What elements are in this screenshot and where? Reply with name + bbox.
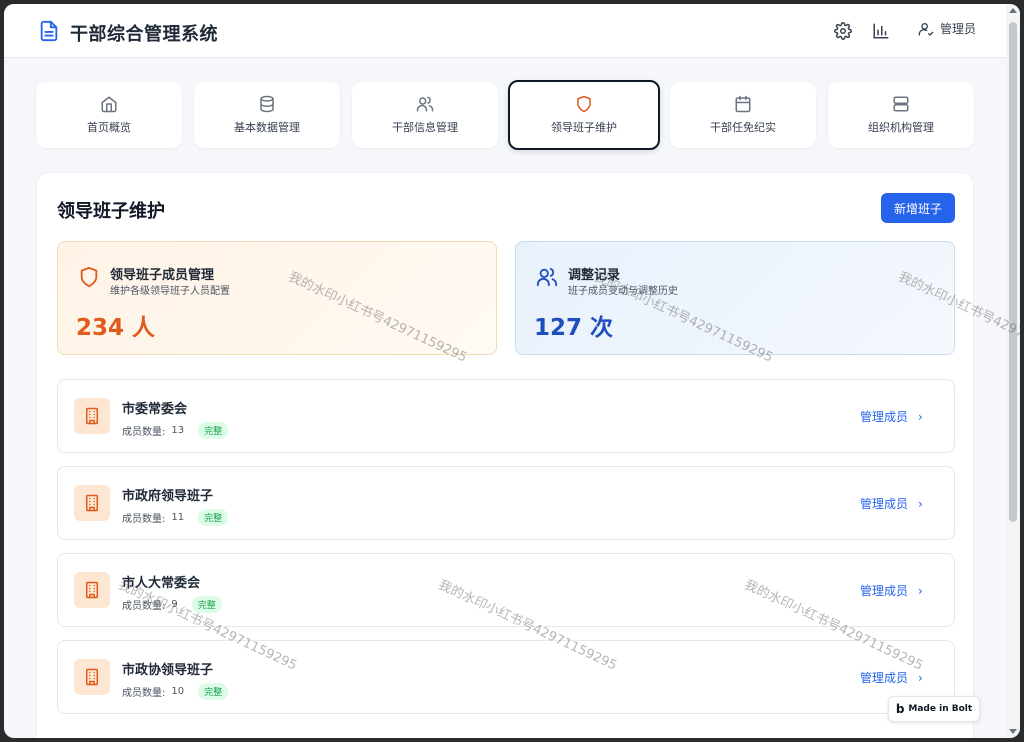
nav-leadership[interactable]: 领导班子维护	[508, 80, 660, 150]
building-icon	[74, 659, 110, 695]
home-icon	[101, 96, 117, 113]
app-title: 干部综合管理系统	[70, 24, 218, 45]
list-item: 市政府领导班子 成员数量: 11 完整 管理成员 ›	[57, 466, 955, 540]
stat-card-members[interactable]: 领导班子成员管理 维护各级领导班子人员配置 234 人	[57, 241, 497, 355]
org-name: 市政协领导班子	[122, 663, 214, 678]
manage-label: 管理成员	[860, 584, 909, 598]
stat-desc: 班子成员变动与调整历史	[568, 286, 678, 297]
manage-members-link[interactable]: 管理成员 ›	[860, 669, 923, 686]
document-icon	[40, 20, 58, 42]
stat-card-adjustments[interactable]: 调整记录 班子成员变动与调整历史 127 次	[515, 241, 955, 355]
page-title: 领导班子维护	[57, 201, 165, 222]
manage-label: 管理成员	[860, 497, 909, 511]
manage-members-link[interactable]: 管理成员 ›	[860, 495, 923, 512]
scroll-up-icon[interactable]	[1009, 8, 1017, 13]
nav-home[interactable]: 首页概览	[36, 82, 182, 148]
stat-value: 234 人	[76, 315, 156, 341]
status-badge: 完整	[198, 683, 229, 700]
top-header: 干部综合管理系统 管理员	[4, 4, 1006, 58]
add-team-button[interactable]: 新增班子	[881, 193, 955, 223]
count-label: 成员数量:	[122, 688, 166, 699]
status-badge: 完整	[198, 422, 229, 439]
org-name: 市委常委会	[122, 402, 188, 417]
org-name: 市政府领导班子	[122, 489, 214, 504]
nav-label: 干部任免纪实	[710, 121, 776, 134]
server-icon	[893, 96, 909, 112]
manage-label: 管理成员	[860, 671, 909, 685]
chevron-right-icon: ›	[918, 583, 923, 598]
list-item: 市政协领导班子 成员数量: 10 完整 管理成员 ›	[57, 640, 955, 714]
nav-basic-data[interactable]: 基本数据管理	[194, 82, 340, 148]
made-in-bolt-badge[interactable]: b Made in Bolt	[888, 696, 980, 722]
list-item: 市委常委会 成员数量: 13 完整 管理成员 ›	[57, 379, 955, 453]
member-count: 13	[171, 425, 185, 436]
building-icon	[74, 572, 110, 608]
nav-label: 组织机构管理	[868, 121, 934, 134]
users-icon	[416, 96, 434, 112]
org-meta: 成员数量: 13 完整	[122, 422, 229, 439]
nav-label: 首页概览	[87, 121, 131, 134]
admin-menu[interactable]: 管理员	[918, 20, 976, 37]
module-nav: 首页概览 基本数据管理 干部信息管理 领导班子维护 干部任免纪实 组织机构管理	[36, 80, 974, 150]
nav-label: 基本数据管理	[234, 121, 300, 134]
stat-title: 调整记录	[568, 268, 621, 283]
chevron-right-icon: ›	[918, 670, 923, 685]
vertical-scrollbar[interactable]	[1006, 4, 1020, 738]
nav-label: 干部信息管理	[392, 121, 458, 134]
building-icon	[74, 485, 110, 521]
scroll-thumb[interactable]	[1009, 22, 1017, 522]
user-icon	[918, 22, 934, 36]
count-label: 成员数量:	[122, 427, 166, 438]
shield-icon	[577, 95, 591, 113]
manage-members-link[interactable]: 管理成员 ›	[860, 408, 923, 425]
stat-title: 领导班子成员管理	[110, 268, 215, 283]
settings-icon[interactable]	[834, 22, 852, 40]
member-count: 10	[171, 686, 185, 697]
org-meta: 成员数量: 9 完整	[122, 596, 222, 613]
chevron-right-icon: ›	[918, 409, 923, 424]
org-meta: 成员数量: 10 完整	[122, 683, 229, 700]
chevron-right-icon: ›	[918, 496, 923, 511]
manage-label: 管理成员	[860, 410, 909, 424]
stat-desc: 维护各级领导班子人员配置	[110, 286, 230, 297]
list-item: 市人大常委会 成员数量: 9 完整 管理成员 ›	[57, 553, 955, 627]
main-panel: 领导班子维护 新增班子 领导班子成员管理 维护各级领导班子人员配置 234 人 …	[36, 172, 974, 738]
member-count: 9	[171, 599, 178, 610]
database-icon	[260, 95, 274, 113]
count-label: 成员数量:	[122, 601, 166, 612]
nav-organization[interactable]: 组织机构管理	[828, 82, 974, 148]
status-badge: 完整	[198, 509, 229, 526]
scroll-down-icon[interactable]	[1009, 729, 1017, 734]
org-meta: 成员数量: 11 完整	[122, 509, 229, 526]
nav-label: 领导班子维护	[551, 121, 617, 134]
building-icon	[74, 398, 110, 434]
bolt-logo-icon: b	[895, 702, 905, 716]
bar-chart-icon[interactable]	[872, 22, 890, 40]
manage-members-link[interactable]: 管理成员 ›	[860, 582, 923, 599]
nav-appointments[interactable]: 干部任免纪实	[670, 82, 816, 148]
bolt-label: Made in Bolt	[908, 704, 973, 714]
count-label: 成员数量:	[122, 514, 166, 525]
calendar-icon	[735, 95, 751, 113]
status-badge: 完整	[191, 596, 222, 613]
stat-value: 127 次	[534, 315, 614, 341]
users-icon	[536, 268, 558, 287]
admin-label: 管理员	[940, 22, 977, 36]
shield-icon	[80, 266, 98, 288]
member-count: 11	[171, 512, 185, 523]
nav-cadre-info[interactable]: 干部信息管理	[352, 82, 498, 148]
org-name: 市人大常委会	[122, 576, 201, 591]
app-window: 干部综合管理系统 管理员 首页概览 基本数据管理 干部信息管理 领导班子维护 干…	[4, 4, 1020, 738]
